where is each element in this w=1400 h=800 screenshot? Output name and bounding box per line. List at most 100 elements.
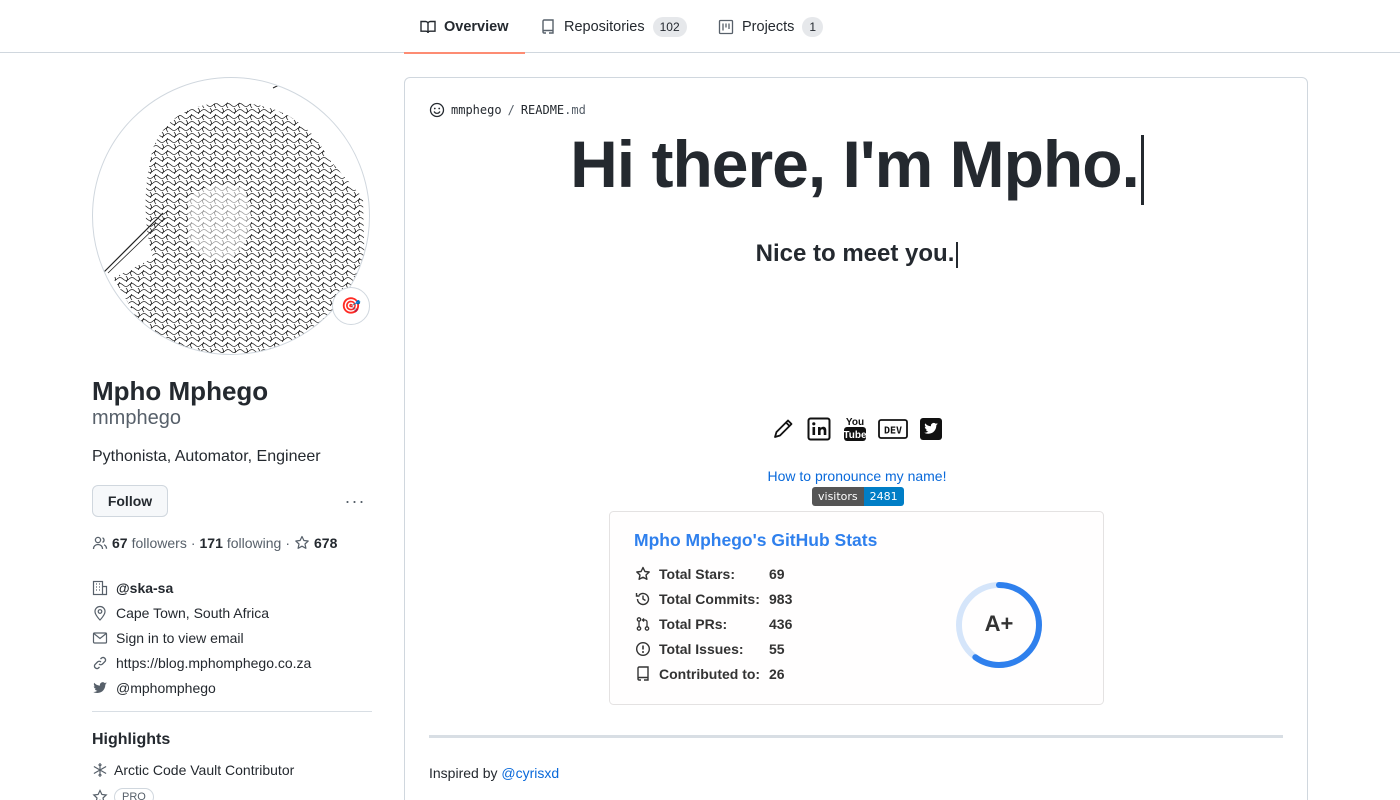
inspired-prefix: Inspired by — [429, 765, 498, 781]
stat-value: 69 — [769, 566, 785, 582]
profile-details-list: @ska-sa Cape Town, South Africa Sign in … — [92, 575, 311, 700]
repo-icon — [637, 666, 649, 681]
readme-heading-text: Hi there, I'm Mpho. — [570, 127, 1140, 201]
linkedin-icon — [807, 417, 831, 441]
following-link[interactable]: 171 following — [200, 535, 282, 551]
projects-count-badge: 1 — [802, 16, 824, 37]
stat-contributed-to: Contributed to: 26 — [634, 664, 785, 684]
stat-total-prs: Total PRs: 436 — [634, 614, 792, 634]
stat-total-stars: Total Stars: 69 — [634, 564, 785, 584]
readme-subheading: Nice to meet you. — [405, 240, 1307, 268]
stat-label: Total Commits: — [659, 591, 760, 607]
following-count: 171 — [199, 535, 223, 551]
pronounce-name-link[interactable]: How to pronounce my name! — [405, 468, 1307, 484]
typing-cursor — [1140, 134, 1144, 205]
pull-request-icon — [636, 617, 650, 631]
stat-value: 983 — [769, 591, 793, 607]
svg-text:DEV: DEV — [884, 426, 902, 437]
detail-organization[interactable]: @ska-sa — [92, 575, 311, 600]
stat-total-commits: Total Commits: 983 — [634, 589, 792, 609]
highlight-arctic-vault[interactable]: Arctic Code Vault Contributor — [92, 762, 294, 778]
people-icon — [92, 536, 108, 550]
profile-avatar[interactable] — [92, 77, 370, 355]
highlights-heading: Highlights — [92, 731, 171, 748]
star-icon — [92, 789, 108, 800]
youtube-link[interactable]: You Tube — [842, 416, 868, 442]
pencil-icon — [774, 419, 793, 438]
detail-email[interactable]: Sign in to view email — [92, 625, 311, 650]
follow-button[interactable]: Follow — [92, 485, 168, 517]
github-stats-card: Mpho Mphego's GitHub Stats Total Stars: … — [609, 511, 1104, 705]
dev-icon: DEV — [878, 419, 908, 439]
twitter-link[interactable]: @mphomphego — [116, 680, 216, 696]
stat-total-issues: Total Issues: 55 — [634, 639, 785, 659]
profile-full-name: Mpho Mphego — [92, 376, 269, 406]
location-text: Cape Town, South Africa — [116, 604, 270, 621]
email-link[interactable]: Sign in to view email — [116, 630, 244, 646]
stats-card-title: Mpho Mphego's GitHub Stats — [634, 530, 878, 550]
mail-icon — [92, 631, 108, 644]
smiley-icon — [429, 102, 445, 118]
twitter-social-link[interactable] — [918, 416, 944, 442]
blog-link[interactable] — [770, 416, 796, 442]
inspired-by-link[interactable]: @cyrisxd — [501, 765, 559, 781]
book-icon — [420, 20, 436, 33]
location-icon — [94, 605, 106, 621]
detail-twitter[interactable]: @mphomphego — [92, 675, 311, 700]
readme-divider — [429, 735, 1283, 738]
tab-overview-label: Overview — [444, 18, 509, 35]
svg-text:You: You — [846, 417, 864, 428]
stat-value: 26 — [769, 666, 785, 682]
readme-file-name: README — [520, 103, 565, 117]
profile-readme: mmphego / README.md Hi there, I'm Mpho. … — [404, 77, 1308, 800]
followers-link[interactable]: 67 followers — [112, 535, 187, 551]
website-link[interactable]: https://blog.mphomphego.co.za — [116, 655, 311, 671]
separator-dot: · — [190, 535, 196, 551]
tab-repositories[interactable]: Repositories 102 — [540, 0, 687, 53]
twitter-icon — [93, 681, 107, 693]
organization-link[interactable]: @ska-sa — [116, 580, 173, 596]
repositories-count-badge: 102 — [652, 16, 687, 37]
star-icon — [295, 535, 309, 549]
stat-label: Total PRs: — [659, 616, 728, 632]
profile-tab-bar: Overview Repositories 102 Projects 1 — [0, 0, 1400, 54]
typing-cursor — [956, 241, 959, 268]
highlight-pro: PRO — [92, 788, 154, 800]
highlight-arctic-label: Arctic Code Vault Contributor — [114, 762, 295, 778]
stat-label: Total Issues: — [659, 641, 744, 657]
readme-file-ext: .md — [564, 103, 586, 117]
inspired-by-line: Inspired by @cyrisxd — [429, 765, 559, 781]
status-emoji-button[interactable]: 🎯 — [332, 287, 370, 325]
followers-count: 67 — [112, 535, 128, 551]
detail-location: Cape Town, South Africa — [92, 600, 311, 625]
pro-badge: PRO — [114, 788, 154, 800]
stat-value: 436 — [769, 616, 793, 632]
tab-projects[interactable]: Projects 1 — [718, 0, 824, 53]
kebab-horizontal-icon: ··· — [344, 490, 366, 511]
social-links: You Tube DEV — [405, 416, 1307, 442]
follow-stats: 67 followers · 171 following · 678 — [92, 535, 337, 551]
sidebar-divider — [92, 711, 372, 712]
tab-projects-label: Projects — [742, 18, 795, 35]
star-icon — [636, 566, 650, 580]
stat-label: Contributed to: — [659, 666, 761, 682]
more-options-button[interactable]: ··· — [340, 488, 370, 514]
issue-icon — [635, 641, 651, 657]
linkedin-link[interactable] — [806, 416, 832, 442]
stars-link[interactable]: 678 — [294, 535, 337, 551]
readme-file-link[interactable]: README.md — [521, 103, 586, 117]
dev-link[interactable]: DEV — [878, 416, 908, 442]
project-icon — [718, 19, 734, 34]
path-separator: / — [507, 103, 515, 117]
readme-subheading-text: Nice to meet you. — [755, 240, 955, 267]
youtube-icon: You Tube — [843, 417, 867, 441]
link-icon — [93, 656, 107, 669]
tab-overview[interactable]: Overview — [404, 0, 524, 54]
readme-owner-link[interactable]: mmphego — [451, 103, 502, 117]
readme-breadcrumb: mmphego / README.md — [429, 102, 586, 118]
target-icon: 🎯 — [341, 298, 361, 315]
snowflake-icon — [93, 763, 107, 777]
following-label: following — [226, 535, 282, 551]
detail-website[interactable]: https://blog.mphomphego.co.za — [92, 650, 311, 675]
repo-icon — [542, 18, 554, 34]
